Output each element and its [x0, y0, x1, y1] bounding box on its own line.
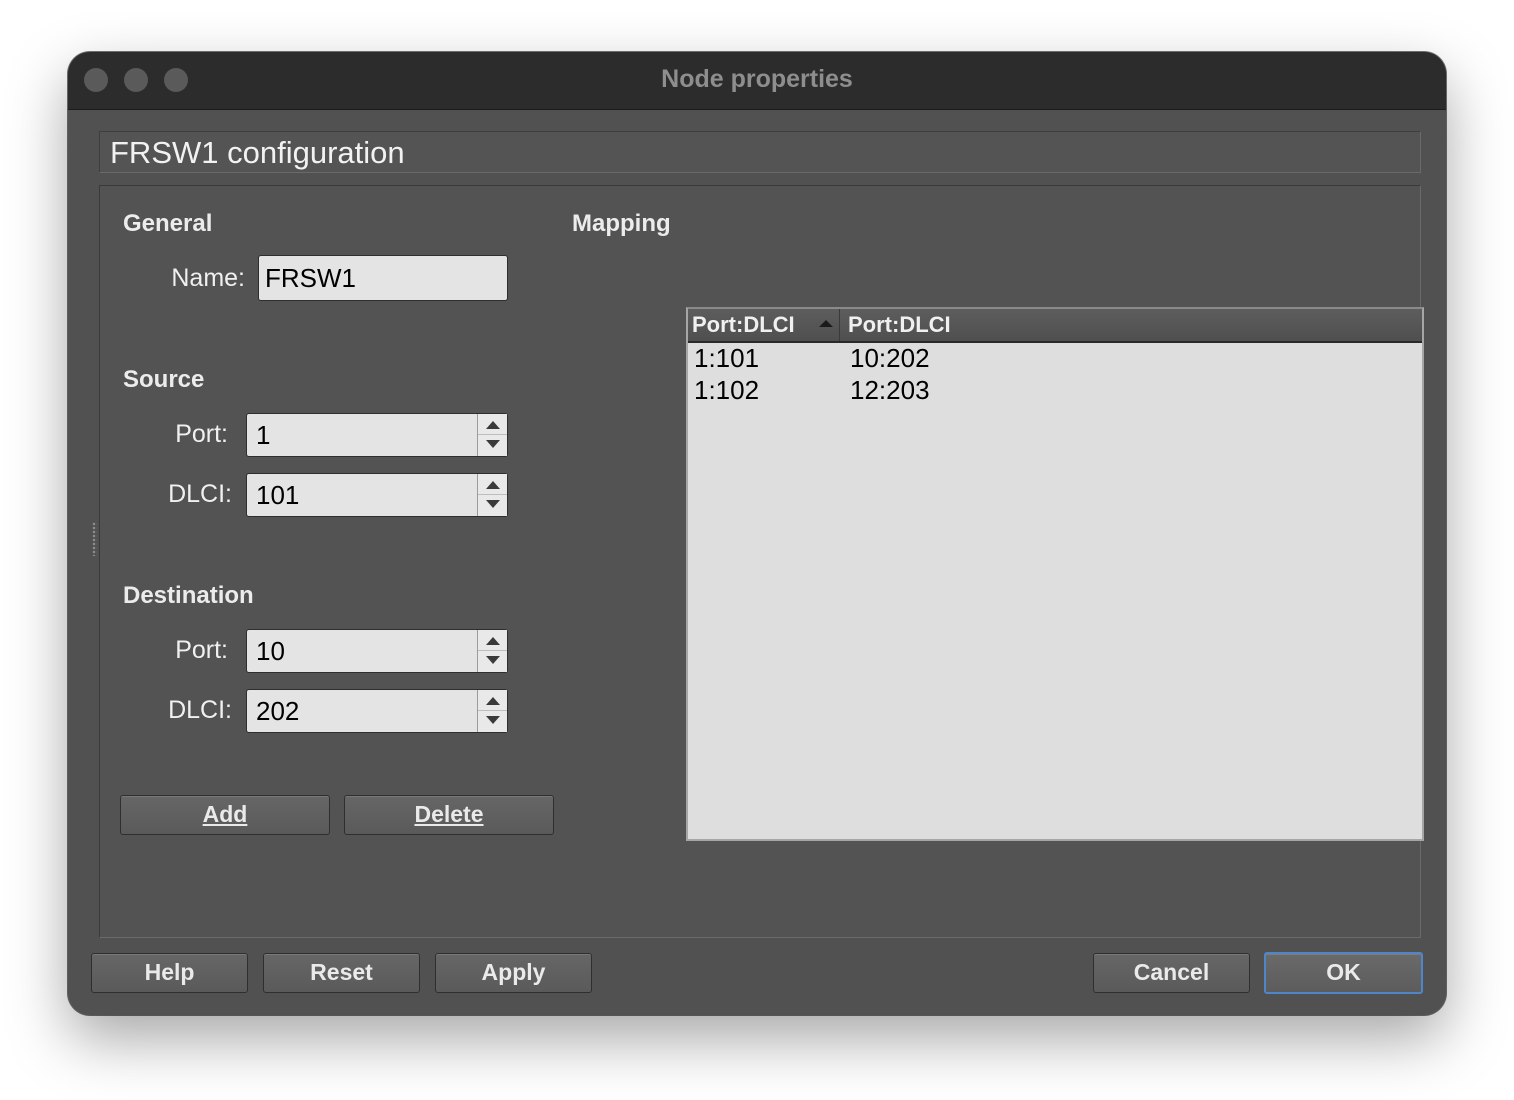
- destination-dlci-value: 202: [256, 696, 300, 726]
- general-section-label: General: [123, 210, 213, 237]
- source-dlci-spinbox[interactable]: 101: [246, 473, 508, 517]
- source-section-label: Source: [123, 366, 205, 393]
- source-dlci-value: 101: [256, 480, 300, 510]
- column-header-destination[interactable]: Port:DLCI: [840, 309, 1422, 341]
- table-cell-source: 1:101: [694, 343, 760, 373]
- destination-port-increment-icon[interactable]: [478, 630, 507, 651]
- help-button[interactable]: Help: [91, 953, 248, 993]
- source-port-decrement-icon[interactable]: [478, 435, 507, 456]
- source-port-label: Port:: [175, 420, 228, 448]
- destination-port-stepper[interactable]: [477, 630, 507, 672]
- column-header-destination-label: Port:DLCI: [848, 312, 951, 337]
- title-bar[interactable]: Node properties: [68, 52, 1446, 110]
- name-label: Name:: [171, 264, 245, 292]
- sort-ascending-icon: [819, 320, 833, 327]
- destination-dlci-decrement-icon[interactable]: [478, 711, 507, 732]
- ok-button[interactable]: OK: [1264, 952, 1423, 994]
- mapping-table-header: Port:DLCI Port:DLCI: [688, 309, 1422, 343]
- destination-dlci-label: DLCI:: [168, 696, 232, 724]
- column-header-source-label: Port:DLCI: [692, 312, 795, 337]
- destination-port-spinbox[interactable]: 10: [246, 629, 508, 673]
- splitter-handle-icon[interactable]: [92, 522, 97, 556]
- node-properties-dialog: Node properties FRSW1 configuration Gene…: [68, 52, 1446, 1015]
- source-port-value: 1: [256, 420, 271, 450]
- apply-button[interactable]: Apply: [435, 953, 592, 993]
- delete-button-label: Delete: [414, 801, 484, 827]
- destination-section-label: Destination: [123, 582, 254, 609]
- table-cell-destination: 12:203: [850, 375, 930, 405]
- destination-port-label: Port:: [175, 636, 228, 664]
- configuration-title: FRSW1 configuration: [110, 135, 405, 170]
- table-cell-destination: 10:202: [850, 343, 930, 373]
- source-port-spinbox[interactable]: 1: [246, 413, 508, 457]
- table-row[interactable]: 1:102 12:203: [688, 374, 1422, 406]
- source-dlci-increment-icon[interactable]: [478, 474, 507, 495]
- destination-port-value: 10: [256, 636, 285, 666]
- mapping-section-label: Mapping: [572, 210, 671, 237]
- configuration-header: FRSW1 configuration: [99, 131, 1421, 173]
- add-mapping-button[interactable]: Add: [120, 795, 330, 835]
- cancel-button[interactable]: Cancel: [1093, 953, 1250, 993]
- destination-dlci-increment-icon[interactable]: [478, 690, 507, 711]
- destination-dlci-stepper[interactable]: [477, 690, 507, 732]
- window-title: Node properties: [661, 65, 853, 93]
- table-cell-source: 1:102: [694, 375, 760, 405]
- mapping-table[interactable]: Port:DLCI Port:DLCI 1:101 10:202 1:102 1…: [686, 307, 1424, 841]
- column-header-source[interactable]: Port:DLCI: [688, 309, 840, 341]
- configuration-panel: General Name: Source Port: 1 DLCI: 101 D…: [99, 185, 1424, 938]
- source-dlci-decrement-icon[interactable]: [478, 495, 507, 516]
- name-input[interactable]: [258, 255, 508, 301]
- destination-port-decrement-icon[interactable]: [478, 651, 507, 672]
- destination-dlci-spinbox[interactable]: 202: [246, 689, 508, 733]
- source-dlci-stepper[interactable]: [477, 474, 507, 516]
- add-button-label: Add: [202, 801, 248, 827]
- source-port-increment-icon[interactable]: [478, 414, 507, 435]
- table-row[interactable]: 1:101 10:202: [688, 342, 1422, 374]
- source-dlci-label: DLCI:: [168, 480, 232, 508]
- reset-button[interactable]: Reset: [263, 953, 420, 993]
- source-port-stepper[interactable]: [477, 414, 507, 456]
- delete-mapping-button[interactable]: Delete: [344, 795, 554, 835]
